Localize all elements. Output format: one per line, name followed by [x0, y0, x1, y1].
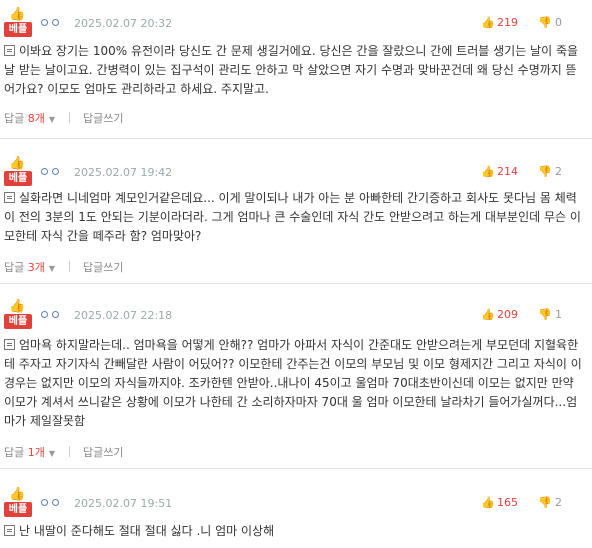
dislike-button[interactable]: 👎 1 [538, 308, 562, 321]
comment-icon [4, 525, 15, 536]
reply-count: 3개 [27, 261, 45, 274]
chevron-down-icon: ▼ [48, 115, 56, 124]
like-button[interactable]: 👍 219 [481, 16, 518, 29]
divider [68, 446, 70, 457]
divider [0, 283, 592, 284]
comment-header: 👍 베플 2025.02.07 22:18 👍 209 👎 1 [4, 298, 588, 332]
best-label: 베플 [4, 22, 32, 37]
user-level-icon [41, 499, 61, 507]
user-level-icon [41, 168, 61, 176]
comment-item: 👍 베플 2025.02.07 22:18 👍 209 👎 1 엄마욕 하지말라는데… [0, 298, 592, 460]
thumbs-up-icon: 👍 [9, 156, 26, 171]
best-badge: 👍 베플 [4, 155, 32, 189]
write-reply-button[interactable]: 답글쓰기 [83, 261, 123, 274]
comment-text: 난 내딸이 준다해도 절대 절대 싫다 .니 엄마 이상해 [4, 522, 584, 541]
divider [68, 261, 70, 272]
comment-text-content: 실화라면 니네엄마 계모인거같은데요... 이게 말이되나 내가 아는 분 아빠… [4, 191, 581, 243]
thumbs-up-icon: 👍 [481, 16, 495, 29]
reply-label: 답글 [4, 112, 25, 125]
divider [0, 468, 592, 469]
comment-date: 2025.02.07 19:51 [74, 497, 173, 510]
chevron-down-icon: ▼ [48, 449, 56, 458]
comment-icon [4, 192, 15, 203]
thumbs-up-icon: 👍 [9, 7, 26, 22]
dislike-count: 2 [555, 165, 562, 178]
reply-count: 1개 [27, 446, 45, 459]
thumbs-up-icon: 👍 [481, 165, 495, 178]
chevron-down-icon: ▼ [48, 264, 56, 273]
comment-text: 이봐요 장기는 100% 유전이라 당신도 간 문제 생길거에요. 당신은 간을… [4, 42, 584, 99]
write-reply-button[interactable]: 답글쓰기 [83, 112, 123, 125]
reply-toggle[interactable]: 답글 8개 ▼ [4, 112, 55, 125]
best-badge: 👍 베플 [4, 298, 32, 332]
comment-text-content: 이봐요 장기는 100% 유전이라 당신도 간 문제 생길거에요. 당신은 간을… [4, 44, 579, 96]
comment-item: 👍 베플 2025.02.07 20:32 👍 219 👎 0 이봐요 장기는 10… [0, 6, 592, 134]
comment-text: 실화라면 니네엄마 계모인거같은데요... 이게 말이되나 내가 아는 분 아빠… [4, 189, 584, 246]
thumbs-up-icon: 👍 [481, 308, 495, 321]
like-count: 214 [497, 165, 518, 178]
comment-footer: 답글 8개 ▼ 답글쓰기 [4, 110, 124, 130]
comment-icon [4, 45, 15, 56]
divider [0, 138, 592, 139]
like-button[interactable]: 👍 209 [481, 308, 518, 321]
comment-text-content: 엄마욕 하지말라는데.. 엄마욕을 어떻게 안해?? 엄마가 아파서 자식이 간… [4, 338, 582, 428]
best-label: 베플 [4, 314, 32, 329]
comment-item: 👍 베플 2025.02.07 19:51 👍 165 👎 2 난 내딸이 준다해도… [0, 486, 592, 548]
comment-text: 엄마욕 하지말라는데.. 엄마욕을 어떻게 안해?? 엄마가 아파서 자식이 간… [4, 336, 584, 431]
comment-header: 👍 베플 2025.02.07 19:42 👍 214 👎 2 [4, 155, 588, 189]
thumbs-down-icon: 👎 [538, 496, 552, 509]
like-count: 219 [497, 16, 518, 29]
best-label: 베플 [4, 171, 32, 186]
comment-header: 👍 베플 2025.02.07 20:32 👍 219 👎 0 [4, 6, 588, 40]
best-label: 베플 [4, 502, 32, 517]
user-level-icon [41, 311, 61, 319]
comment-header: 👍 베플 2025.02.07 19:51 👍 165 👎 2 [4, 486, 588, 520]
write-reply-button[interactable]: 답글쓰기 [83, 446, 123, 459]
thumbs-down-icon: 👎 [538, 165, 552, 178]
thumbs-up-icon: 👍 [9, 299, 26, 314]
dislike-button[interactable]: 👎 0 [538, 16, 562, 29]
divider [68, 112, 70, 123]
reply-toggle[interactable]: 답글 3개 ▼ [4, 261, 55, 274]
dislike-count: 2 [555, 496, 562, 509]
like-button[interactable]: 👍 165 [481, 496, 518, 509]
dislike-button[interactable]: 👎 2 [538, 496, 562, 509]
best-badge: 👍 베플 [4, 486, 32, 520]
comment-date: 2025.02.07 22:18 [74, 309, 173, 322]
like-count: 165 [497, 496, 518, 509]
user-level-icon [41, 19, 61, 27]
reply-count: 8개 [27, 112, 45, 125]
comment-date: 2025.02.07 19:42 [74, 166, 173, 179]
comment-date: 2025.02.07 20:32 [74, 17, 173, 30]
like-button[interactable]: 👍 214 [481, 165, 518, 178]
thumbs-down-icon: 👎 [538, 16, 552, 29]
reply-label: 답글 [4, 446, 25, 459]
best-badge: 👍 베플 [4, 6, 32, 40]
comment-icon [4, 339, 15, 350]
comment-text-content: 난 내딸이 준다해도 절대 절대 싫다 .니 엄마 이상해 [19, 524, 275, 538]
dislike-count: 0 [555, 16, 562, 29]
thumbs-up-icon: 👍 [481, 496, 495, 509]
reply-label: 답글 [4, 261, 25, 274]
thumbs-down-icon: 👎 [538, 308, 552, 321]
thumbs-up-icon: 👍 [9, 487, 26, 502]
comment-item: 👍 베플 2025.02.07 19:42 👍 214 👎 2 실화라면 니네엄마 … [0, 155, 592, 279]
reply-toggle[interactable]: 답글 1개 ▼ [4, 446, 55, 459]
dislike-button[interactable]: 👎 2 [538, 165, 562, 178]
comment-footer: 답글 1개 ▼ 답글쓰기 [4, 444, 124, 464]
dislike-count: 1 [555, 308, 562, 321]
comment-footer: 답글 3개 ▼ 답글쓰기 [4, 259, 124, 279]
like-count: 209 [497, 308, 518, 321]
